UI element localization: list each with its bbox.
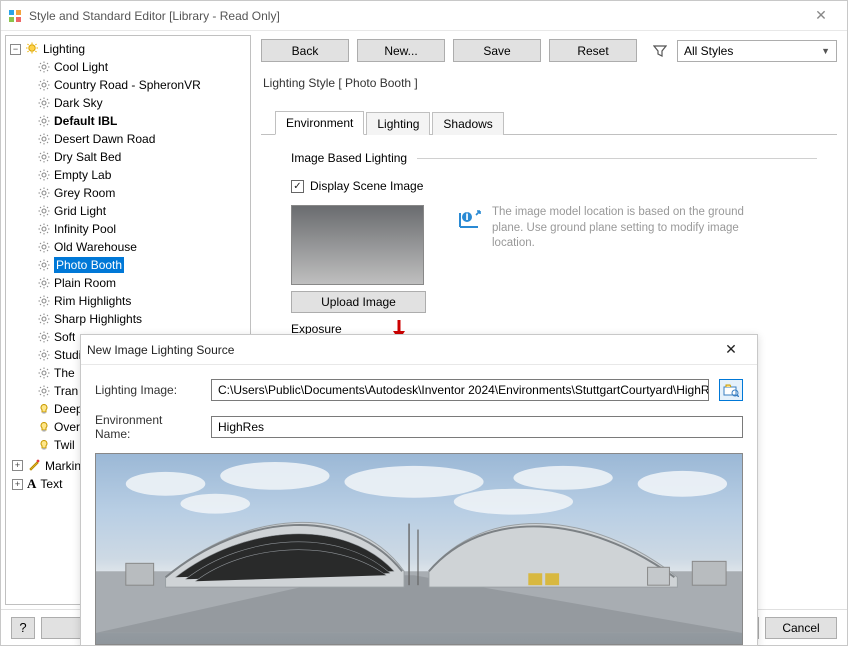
sun-icon [38, 205, 50, 217]
marking-icon [27, 457, 41, 474]
section-header: Image Based Lighting [291, 151, 817, 165]
tree-item-grey-room[interactable]: Grey Room [36, 184, 248, 202]
env-name-label: Environment Name: [95, 413, 201, 441]
pano-svg [96, 454, 742, 633]
tree-item-empty-lab[interactable]: Empty Lab [36, 166, 248, 184]
tree-item-infinity-pool[interactable]: Infinity Pool [36, 220, 248, 238]
bulb-icon [38, 421, 50, 433]
toolbar: Back New... Save Reset All Styles ▼ [261, 39, 837, 62]
save-button[interactable]: Save [453, 39, 541, 62]
modal-body: Lighting Image: C:\Users\Public\Document… [81, 365, 757, 645]
sun-icon [38, 133, 50, 145]
sun-icon [38, 385, 50, 397]
sun-icon [38, 151, 50, 163]
browse-icon [723, 383, 739, 397]
sun-icon [38, 277, 50, 289]
sun-icon [38, 259, 50, 271]
tab-lighting[interactable]: Lighting [366, 112, 430, 135]
info-icon: i [456, 205, 484, 233]
help-button[interactable]: ? [11, 617, 35, 639]
sun-icon [38, 115, 50, 127]
filter-icon[interactable] [651, 42, 669, 60]
svg-text:i: i [465, 209, 468, 223]
lighting-image-label: Lighting Image: [95, 383, 201, 397]
tree-item-cool-light[interactable]: Cool Light [36, 58, 248, 76]
sun-icon [38, 61, 50, 73]
sun-icon [38, 367, 50, 379]
expander-icon[interactable]: + [12, 479, 23, 490]
close-icon[interactable]: ✕ [711, 336, 751, 364]
styles-filter-combo[interactable]: All Styles ▼ [677, 40, 837, 62]
panorama-preview [95, 453, 743, 645]
modal-titlebar: New Image Lighting Source ✕ [81, 335, 757, 365]
tree-item-default-ibl[interactable]: Default IBL [36, 112, 248, 130]
combo-value: All Styles [684, 44, 733, 58]
sun-icon [38, 349, 50, 361]
sun-icon [38, 187, 50, 199]
info-box: i The image model location is based on t… [456, 205, 817, 252]
tab-environment[interactable]: Environment [275, 111, 364, 135]
tree-group-label: Text [40, 477, 62, 491]
chevron-down-icon: ▼ [821, 46, 830, 56]
tree-item-photo-booth[interactable]: Photo Booth [36, 256, 248, 274]
sun-icon [38, 79, 50, 91]
tree-item-country-road[interactable]: Country Road - SpheronVR [36, 76, 248, 94]
cancel-button[interactable]: Cancel [765, 617, 837, 639]
section-label: Image Based Lighting [291, 151, 407, 165]
tree-item-desert-dawn[interactable]: Desert Dawn Road [36, 130, 248, 148]
sun-icon [38, 223, 50, 235]
sun-icon [38, 295, 50, 307]
titlebar: Style and Standard Editor [Library - Rea… [1, 1, 847, 31]
tree-root-label: Lighting [43, 42, 85, 56]
environment-name-row: Environment Name: HighRes [95, 413, 743, 441]
env-name-input[interactable]: HighRes [211, 416, 743, 438]
tabs: Environment Lighting Shadows [261, 110, 837, 135]
sun-icon [38, 313, 50, 325]
scene-preview [291, 205, 424, 285]
bulb-icon [38, 403, 50, 415]
checkbox-icon[interactable]: ✓ [291, 180, 304, 193]
divider [417, 158, 817, 159]
modal-title: New Image Lighting Source [87, 343, 711, 357]
display-scene-checkbox[interactable]: ✓ Display Scene Image [291, 179, 817, 193]
tree-root[interactable]: − Lighting [8, 40, 248, 58]
tree-item-rim-highlights[interactable]: Rim Highlights [36, 292, 248, 310]
new-image-lighting-dialog: New Image Lighting Source ✕ Lighting Ima… [80, 334, 758, 646]
bulb-icon [38, 439, 50, 451]
tree-item-grid-light[interactable]: Grid Light [36, 202, 248, 220]
sun-icon [38, 97, 50, 109]
lighting-image-row: Lighting Image: C:\Users\Public\Document… [95, 379, 743, 401]
close-icon[interactable]: ✕ [801, 2, 841, 30]
environment-panel: Image Based Lighting ✓ Display Scene Ima… [261, 135, 837, 345]
expander-icon[interactable]: + [12, 460, 23, 471]
tree-item-sharp-highlights[interactable]: Sharp Highlights [36, 310, 248, 328]
upload-image-button[interactable]: Upload Image [291, 291, 426, 313]
info-text: The image model location is based on the… [492, 205, 752, 252]
browse-button[interactable] [719, 379, 743, 401]
preview-row: i The image model location is based on t… [291, 205, 817, 285]
sun-icon [38, 241, 50, 253]
bulb-icon [25, 42, 39, 56]
tree-item-old-warehouse[interactable]: Old Warehouse [36, 238, 248, 256]
tab-shadows[interactable]: Shadows [432, 112, 503, 135]
reset-button[interactable]: Reset [549, 39, 637, 62]
lighting-image-input[interactable]: C:\Users\Public\Documents\Autodesk\Inven… [211, 379, 709, 401]
sun-icon [38, 331, 50, 343]
checkbox-label: Display Scene Image [310, 179, 423, 193]
sun-icon [38, 169, 50, 181]
text-icon: A [27, 476, 36, 492]
back-button[interactable]: Back [261, 39, 349, 62]
window-title: Style and Standard Editor [Library - Rea… [29, 9, 801, 23]
expander-icon[interactable]: − [10, 44, 21, 55]
breadcrumb: Lighting Style [ Photo Booth ] [261, 76, 837, 90]
tree-item-dry-salt-bed[interactable]: Dry Salt Bed [36, 148, 248, 166]
new-button[interactable]: New... [357, 39, 445, 62]
tree-item-plain-room[interactable]: Plain Room [36, 274, 248, 292]
tree-item-dark-sky[interactable]: Dark Sky [36, 94, 248, 112]
app-icon [7, 8, 23, 24]
